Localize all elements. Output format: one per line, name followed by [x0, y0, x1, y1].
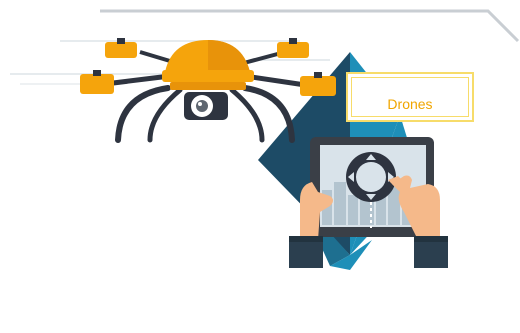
- drone-scene-illustration: [10, 9, 520, 270]
- drones-label-box: Drones: [346, 72, 474, 122]
- top-border-line: [100, 9, 520, 43]
- drones-label-text: Drones: [387, 96, 433, 112]
